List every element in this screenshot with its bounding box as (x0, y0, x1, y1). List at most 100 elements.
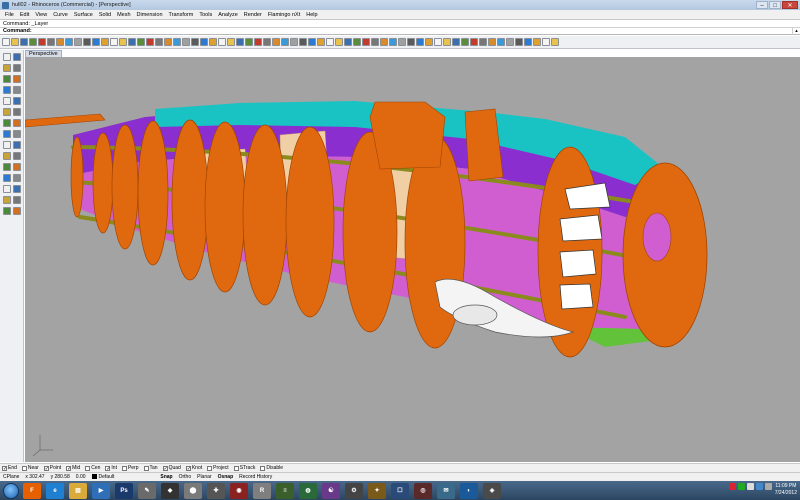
left-tool-icon[interactable] (3, 130, 11, 138)
osnap-checkbox[interactable] (260, 465, 266, 471)
toolbar-tool-icon[interactable] (2, 38, 10, 46)
left-tool-icon[interactable] (13, 108, 21, 116)
left-tool-icon[interactable] (13, 75, 21, 83)
left-tool-icon[interactable] (3, 207, 11, 215)
left-tool-icon[interactable] (3, 152, 11, 160)
toolbar-tool-icon[interactable] (407, 38, 415, 46)
tray-icon[interactable] (729, 483, 736, 490)
toolbar-tool-icon[interactable] (29, 38, 37, 46)
toolbar-tool-icon[interactable] (146, 38, 154, 46)
taskbar-app-icon[interactable]: R (253, 482, 271, 499)
osnap-near[interactable]: Near (21, 465, 39, 471)
toolbar-tool-icon[interactable] (380, 38, 388, 46)
tray-icon[interactable] (756, 483, 763, 490)
command-input[interactable] (33, 28, 792, 34)
close-button[interactable]: ✕ (782, 1, 798, 9)
menu-tools[interactable]: Tools (196, 12, 215, 18)
osnap-checkbox[interactable]: ✓ (162, 465, 168, 471)
toolbar-tool-icon[interactable] (20, 38, 28, 46)
toolbar-tool-icon[interactable] (308, 38, 316, 46)
current-layer[interactable]: Default (89, 474, 118, 480)
toolbar-tool-icon[interactable] (65, 38, 73, 46)
osnap-tan[interactable]: Tan (143, 465, 158, 471)
menu-mesh[interactable]: Mesh (114, 12, 133, 18)
taskbar-app-icon[interactable]: ◉ (230, 482, 248, 499)
toolbar-tool-icon[interactable] (200, 38, 208, 46)
toolbar-tool-icon[interactable] (236, 38, 244, 46)
osnap-cen[interactable]: Cen (85, 465, 100, 471)
toolbar-tool-icon[interactable] (110, 38, 118, 46)
taskbar-app-icon[interactable]: ▤ (69, 482, 87, 499)
taskbar-app-icon[interactable]: ⚙ (345, 482, 363, 499)
toolbar-tool-icon[interactable] (218, 38, 226, 46)
toolbar-tool-icon[interactable] (425, 38, 433, 46)
toolbar-tool-icon[interactable] (416, 38, 424, 46)
left-tool-icon[interactable] (13, 130, 21, 138)
left-tool-icon[interactable] (3, 86, 11, 94)
toolbar-tool-icon[interactable] (119, 38, 127, 46)
osnap-checkbox[interactable] (21, 465, 27, 471)
taskbar-app-icon[interactable]: ◍ (299, 482, 317, 499)
osnap-quad[interactable]: ✓ Quad (162, 465, 181, 471)
toolbar-tool-icon[interactable] (227, 38, 235, 46)
osnap-knot[interactable]: ✓ Knot (185, 465, 202, 471)
toolbar-tool-icon[interactable] (245, 38, 253, 46)
taskbar-app-icon[interactable]: ☯ (322, 482, 340, 499)
left-tool-icon[interactable] (13, 174, 21, 182)
toolbar-tool-icon[interactable] (263, 38, 271, 46)
status-toggle-osnap[interactable]: Osnap (215, 474, 237, 480)
osnap-end[interactable]: ✓ End (2, 465, 17, 471)
toolbar-tool-icon[interactable] (83, 38, 91, 46)
left-tool-icon[interactable] (13, 207, 21, 215)
menu-edit[interactable]: Edit (17, 12, 32, 18)
toolbar-tool-icon[interactable] (38, 38, 46, 46)
command-scroll-icon[interactable]: ▴ (792, 28, 800, 35)
menu-transform[interactable]: Transform (166, 12, 197, 18)
toolbar-tool-icon[interactable] (74, 38, 82, 46)
toolbar-tool-icon[interactable] (434, 38, 442, 46)
taskbar-app-icon[interactable]: F (23, 482, 41, 499)
osnap-checkbox[interactable]: ✓ (2, 465, 7, 471)
menu-analyze[interactable]: Analyze (215, 12, 241, 18)
toolbar-tool-icon[interactable] (353, 38, 361, 46)
toolbar-tool-icon[interactable] (488, 38, 496, 46)
toolbar-tool-icon[interactable] (299, 38, 307, 46)
toolbar-tool-icon[interactable] (362, 38, 370, 46)
toolbar-tool-icon[interactable] (11, 38, 19, 46)
tray-icon[interactable] (765, 483, 772, 490)
toolbar-tool-icon[interactable] (398, 38, 406, 46)
left-tool-icon[interactable] (13, 141, 21, 149)
osnap-checkbox[interactable] (121, 465, 127, 471)
left-tool-icon[interactable] (3, 174, 11, 182)
toolbar-tool-icon[interactable] (533, 38, 541, 46)
taskbar-app-icon[interactable]: ✎ (138, 482, 156, 499)
menu-curve[interactable]: Curve (50, 12, 71, 18)
toolbar-tool-icon[interactable] (317, 38, 325, 46)
menu-flamingo-nxt[interactable]: Flamingo nXt (265, 12, 303, 18)
menu-help[interactable]: Help (303, 12, 320, 18)
toolbar-tool-icon[interactable] (452, 38, 460, 46)
toolbar-tool-icon[interactable] (326, 38, 334, 46)
osnap-checkbox[interactable] (233, 465, 239, 471)
left-tool-icon[interactable] (13, 119, 21, 127)
left-tool-icon[interactable] (3, 141, 11, 149)
minimize-button[interactable]: – (756, 1, 768, 9)
toolbar-tool-icon[interactable] (506, 38, 514, 46)
taskbar-app-icon[interactable]: ◐ (460, 482, 478, 499)
left-tool-icon[interactable] (3, 53, 11, 61)
left-tool-icon[interactable] (13, 163, 21, 171)
toolbar-tool-icon[interactable] (524, 38, 532, 46)
osnap-disable[interactable]: Disable (260, 465, 283, 471)
tray-icon[interactable] (738, 483, 745, 490)
osnap-project[interactable]: Project (207, 465, 229, 471)
left-tool-icon[interactable] (13, 185, 21, 193)
maximize-button[interactable]: □ (769, 1, 781, 9)
toolbar-tool-icon[interactable] (155, 38, 163, 46)
left-tool-icon[interactable] (13, 196, 21, 204)
osnap-checkbox[interactable]: ✓ (185, 465, 191, 471)
left-tool-icon[interactable] (13, 64, 21, 72)
toolbar-tool-icon[interactable] (479, 38, 487, 46)
toolbar-tool-icon[interactable] (515, 38, 523, 46)
osnap-strack[interactable]: STrack (233, 465, 255, 471)
taskbar-app-icon[interactable]: ✚ (207, 482, 225, 499)
